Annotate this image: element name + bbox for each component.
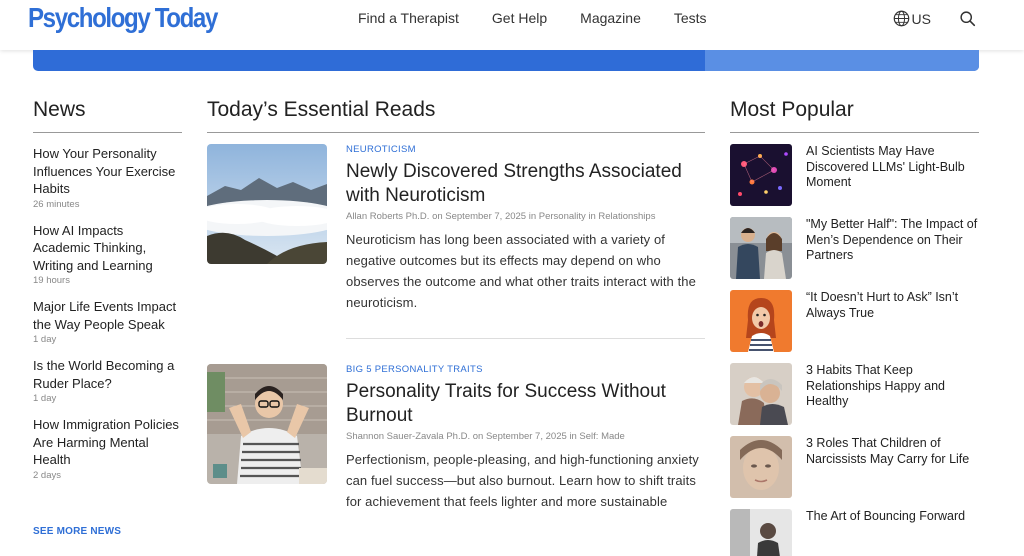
most-popular-heading: Most Popular bbox=[730, 98, 854, 121]
promo-banner[interactable] bbox=[33, 50, 979, 71]
article-category[interactable]: NEUROTICISM bbox=[346, 144, 705, 155]
news-heading: News bbox=[33, 98, 86, 121]
news-item-title[interactable]: Is the World Becoming a Ruder Place? bbox=[33, 357, 182, 392]
news-item[interactable]: How AI Impacts Academic Thinking, Writin… bbox=[33, 222, 182, 287]
site-header: Psychology Today Find a Therapist Get He… bbox=[0, 0, 1024, 50]
most-popular-divider bbox=[730, 132, 979, 133]
article-description: Neuroticism has long been associated wit… bbox=[346, 232, 696, 310]
news-divider bbox=[33, 132, 182, 133]
article-body: NEUROTICISM Newly Discovered Strengths A… bbox=[346, 144, 705, 313]
news-item-title[interactable]: How Immigration Policies Are Harming Men… bbox=[33, 416, 182, 469]
news-list: How Your Personality Influences Your Exe… bbox=[33, 145, 182, 481]
article-meta: Allan Roberts Ph.D. on September 7, 2025… bbox=[346, 211, 656, 222]
news-item-title[interactable]: How Your Personality Influences Your Exe… bbox=[33, 145, 182, 198]
main-nav: Find a Therapist Get Help Magazine Tests bbox=[358, 10, 740, 26]
popular-item-title[interactable]: "My Better Half": The Impact of Men’s De… bbox=[806, 217, 981, 264]
news-item[interactable]: Major Life Events Impact the Way People … bbox=[33, 298, 182, 345]
globe-icon[interactable] bbox=[893, 10, 910, 27]
news-item-time: 26 minutes bbox=[33, 198, 80, 210]
news-column: News How Your Personality Influences You… bbox=[33, 98, 182, 537]
news-item-time: 1 day bbox=[33, 393, 57, 404]
news-item-title[interactable]: Major Life Events Impact the Way People … bbox=[33, 298, 182, 333]
popular-thumbnail-couple[interactable] bbox=[730, 217, 792, 279]
search-icon[interactable] bbox=[959, 10, 976, 27]
see-more-news-link[interactable]: SEE MORE NEWS bbox=[33, 526, 121, 537]
essential-reads-heading: Today’s Essential Reads bbox=[207, 98, 436, 121]
popular-item-title[interactable]: 3 Habits That Keep Relationships Happy a… bbox=[806, 363, 981, 410]
popular-thumbnail-blurred-face[interactable] bbox=[730, 436, 792, 498]
news-item-time: 19 hours bbox=[33, 275, 70, 286]
article-thumbnail-mountains[interactable] bbox=[207, 144, 327, 264]
news-item[interactable]: How Immigration Policies Are Harming Men… bbox=[33, 416, 182, 481]
news-item-time: 2 days bbox=[33, 469, 61, 481]
article-description: Perfectionism, people-pleasing, and high… bbox=[346, 452, 699, 509]
nav-get-help[interactable]: Get Help bbox=[492, 10, 547, 26]
nav-tests[interactable]: Tests bbox=[674, 10, 707, 26]
news-item[interactable]: Is the World Becoming a Ruder Place? 1 d… bbox=[33, 357, 182, 404]
article-title[interactable]: Newly Discovered Strengths Associated wi… bbox=[346, 160, 705, 208]
popular-item-title[interactable]: 3 Roles That Children of Narcissists May… bbox=[806, 436, 981, 467]
article-category[interactable]: BIG 5 PERSONALITY TRAITS bbox=[346, 364, 705, 375]
nav-magazine[interactable]: Magazine bbox=[580, 10, 641, 26]
article-body: BIG 5 PERSONALITY TRAITS Personality Tra… bbox=[346, 364, 705, 512]
essential-reads-divider bbox=[207, 132, 705, 133]
article-title[interactable]: Personality Traits for Success Without B… bbox=[346, 380, 705, 428]
article-meta: Shannon Sauer-Zavala Ph.D. on September … bbox=[346, 431, 625, 442]
article-thumbnail-woman-relaxing[interactable] bbox=[207, 364, 327, 484]
most-popular-column: Most Popular AI Scientists May Have Disc… bbox=[730, 98, 979, 556]
popular-thumbnail-neural-lights[interactable] bbox=[730, 144, 792, 206]
site-logo[interactable]: Psychology Today bbox=[28, 2, 218, 34]
header-actions: US bbox=[893, 10, 976, 27]
popular-thumbnail-elderly-couple[interactable] bbox=[730, 363, 792, 425]
news-item-title[interactable]: How AI Impacts Academic Thinking, Writin… bbox=[33, 222, 182, 275]
region-selector[interactable]: US bbox=[912, 11, 931, 27]
promo-banner-segment bbox=[705, 50, 979, 71]
essential-reads-column: Today’s Essential Reads NEUROTICISM Newl… bbox=[207, 98, 705, 509]
popular-thumbnail-surprised-woman[interactable] bbox=[730, 290, 792, 352]
nav-find-therapist[interactable]: Find a Therapist bbox=[358, 10, 459, 26]
popular-item-title[interactable]: The Art of Bouncing Forward bbox=[806, 509, 981, 525]
popular-thumbnail-person-outdoors[interactable] bbox=[730, 509, 792, 556]
article-separator bbox=[346, 338, 705, 339]
popular-item-title[interactable]: “It Doesn’t Hurt to Ask” Isn’t Always Tr… bbox=[806, 290, 981, 321]
news-item-time: 1 day bbox=[33, 334, 57, 345]
news-item[interactable]: How Your Personality Influences Your Exe… bbox=[33, 145, 182, 210]
popular-item-title[interactable]: AI Scientists May Have Discovered LLMs' … bbox=[806, 144, 981, 191]
